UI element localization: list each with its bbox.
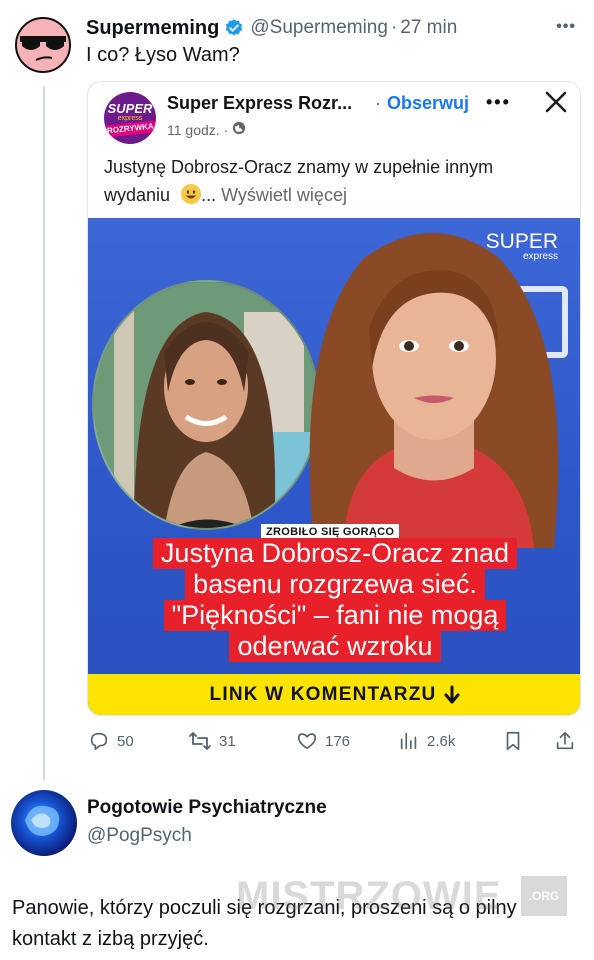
headline-line: "Piękności" – fani nie mogą xyxy=(163,600,507,631)
like-count: 176 xyxy=(325,732,351,750)
author-name[interactable]: Supermeming xyxy=(86,17,219,40)
reply-count: 50 xyxy=(117,732,134,750)
meta-separator: · xyxy=(223,121,229,138)
more-options-icon[interactable]: ••• xyxy=(556,18,576,36)
tweet-header: Supermeming @Supermeming · 27 min xyxy=(86,14,457,42)
post-time[interactable]: 11 godz. xyxy=(167,122,220,138)
tweet-action-bar: 50 31 176 2.6k xyxy=(88,730,582,758)
post-text-word: wydaniu xyxy=(104,185,171,205)
views-count: 2.6k xyxy=(427,732,456,750)
image-headline: Justyna Dobrosz-Oracz znad basenu rozgrz… xyxy=(88,538,580,662)
like-button[interactable]: 176 xyxy=(296,730,350,752)
avatar-pogpsych[interactable] xyxy=(11,790,77,856)
retweet-count: 31 xyxy=(219,732,236,750)
logo-text-super: SUPER xyxy=(107,100,153,116)
reply-icon xyxy=(88,730,110,752)
post-more-options-icon[interactable]: ••• xyxy=(486,92,511,113)
avatar-supermeming[interactable] xyxy=(14,16,72,74)
views-icon xyxy=(398,730,420,752)
ellipsis: ... xyxy=(201,185,217,205)
author-handle[interactable]: @Supermeming xyxy=(250,17,388,39)
grinning-emoji-icon xyxy=(181,184,202,204)
page-avatar-logo[interactable]: SUPER express ROZRYWKA xyxy=(104,92,156,144)
watermark-suffix: .ORG xyxy=(521,876,567,916)
heart-icon xyxy=(296,730,318,752)
post-image[interactable]: SUPER express ZROBIŁO SIĘ GORĄCO Justyna… xyxy=(88,218,580,715)
post-meta: 11 godz. · xyxy=(167,121,246,138)
headline-line: basenu rozgrzewa sieć. xyxy=(185,569,485,600)
cta-text: LINK W KOMENTARZU xyxy=(209,684,437,705)
follow-separator: · xyxy=(375,93,381,113)
follow-label: Obserwuj xyxy=(387,93,470,113)
bookmark-button[interactable] xyxy=(502,730,524,752)
retweet-button[interactable]: 31 xyxy=(188,730,236,752)
separator-dot: · xyxy=(390,17,398,38)
bookmark-icon xyxy=(502,730,524,752)
follow-button[interactable]: · Obserwuj xyxy=(375,93,469,114)
retweet-icon xyxy=(188,730,212,752)
arrow-down-icon xyxy=(444,685,460,705)
author-name[interactable]: Pogotowie Psychiatryczne xyxy=(87,797,327,819)
tweet-timestamp[interactable]: 27 min xyxy=(400,17,457,39)
watermark: MISTRZOWIE xyxy=(236,874,502,918)
close-icon[interactable] xyxy=(543,89,569,115)
tweet-text: I co? Łyso Wam? xyxy=(86,44,240,66)
headline-line: oderwać wzroku xyxy=(229,631,441,662)
page-name[interactable]: Super Express Rozr... xyxy=(167,93,352,114)
views-button[interactable]: 2.6k xyxy=(398,730,455,752)
thread-connector-line xyxy=(43,86,45,780)
share-button[interactable] xyxy=(554,730,576,752)
author-handle[interactable]: @PogPsych xyxy=(87,825,192,847)
reply-button[interactable]: 50 xyxy=(88,730,134,752)
see-more-link[interactable]: Wyświetl więcej xyxy=(221,185,347,205)
post-text-line-2: wydaniu ... Wyświetl więcej xyxy=(104,184,347,206)
globe-icon xyxy=(232,121,246,138)
cta-banner: LINK W KOMENTARZU xyxy=(88,674,580,715)
post-text-line-1: Justynę Dobrosz-Oracz znamy w zupełnie i… xyxy=(104,157,494,177)
headline-line: Justyna Dobrosz-Oracz znad xyxy=(152,538,518,569)
main-portrait-photo xyxy=(284,218,580,548)
logo-text-rozrywka: ROZRYWKA xyxy=(104,119,156,138)
embedded-post-card[interactable]: SUPER express ROZRYWKA Super Express Roz… xyxy=(87,81,581,716)
share-icon xyxy=(554,730,576,752)
verified-badge-icon xyxy=(224,18,244,38)
